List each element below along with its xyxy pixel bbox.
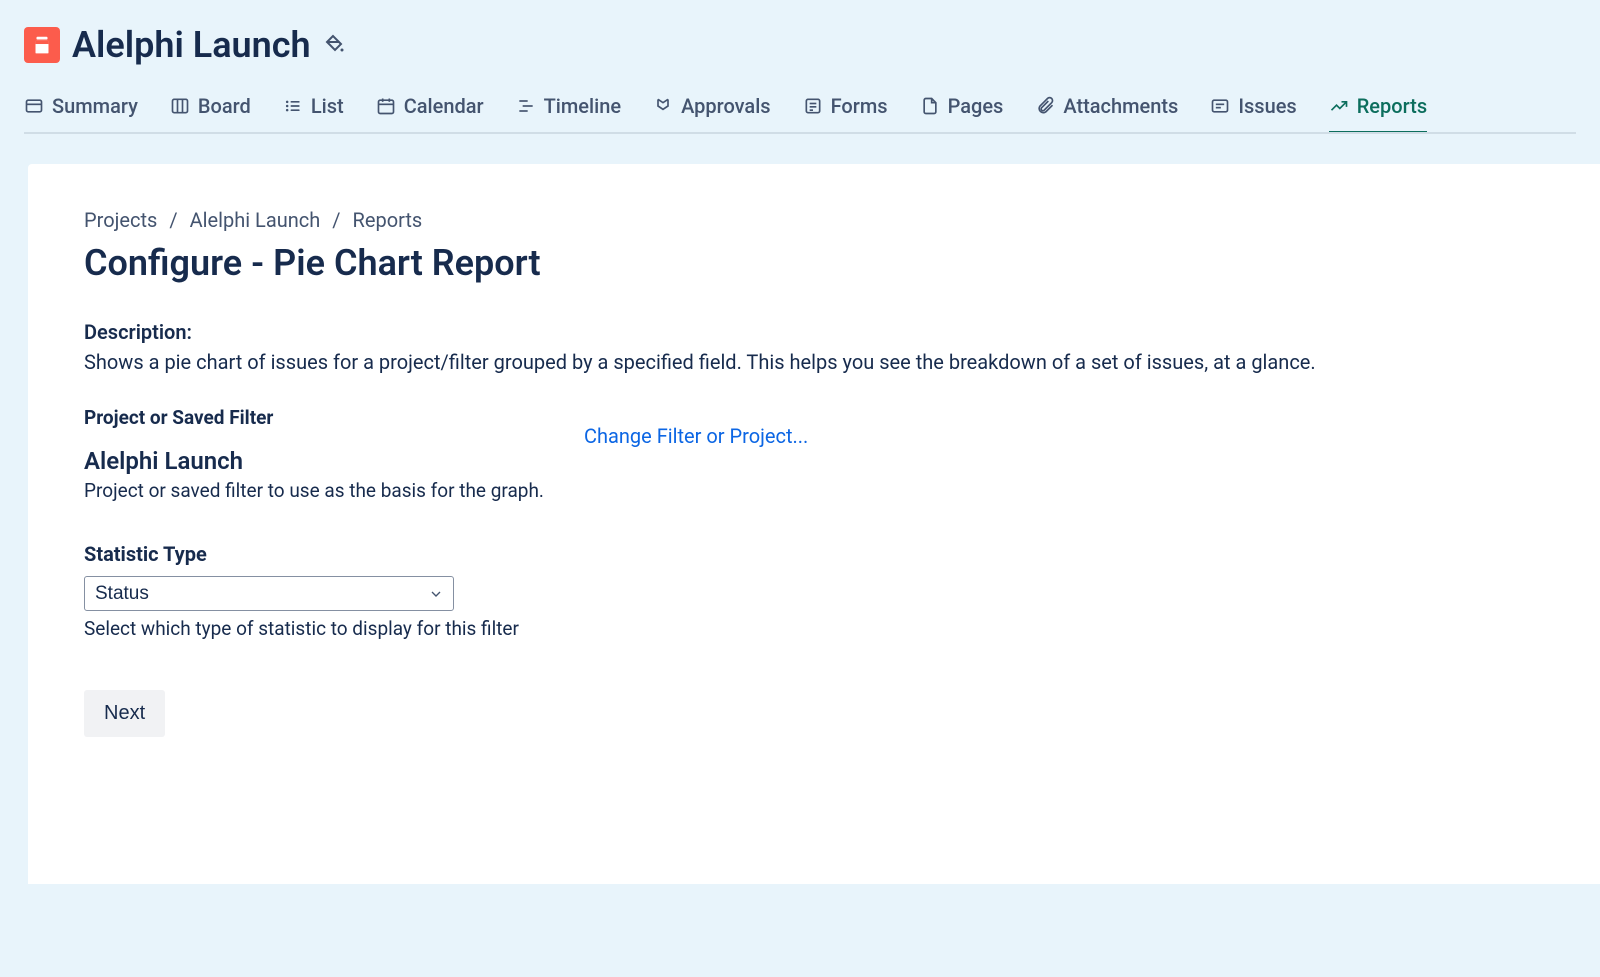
tabs-row: Summary Board List Calendar Timeline	[24, 86, 1576, 134]
tab-list[interactable]: List	[283, 86, 344, 132]
tab-label: Reports	[1357, 94, 1427, 118]
tab-label: Attachments	[1063, 94, 1178, 118]
tab-summary[interactable]: Summary	[24, 86, 138, 132]
header: Alelphi Launch Summary Board List	[0, 0, 1600, 134]
tab-attachments[interactable]: Attachments	[1035, 86, 1178, 132]
approvals-icon	[653, 96, 673, 116]
statistic-section: Statistic Type Status Select which type …	[84, 542, 1544, 640]
project-title-row: Alelphi Launch	[24, 24, 1576, 66]
page-title: Configure - Pie Chart Report	[84, 242, 1544, 284]
project-title: Alelphi Launch	[72, 24, 311, 66]
breadcrumb-separator: /	[169, 208, 177, 232]
filter-help-text: Project or saved filter to use as the ba…	[84, 479, 544, 502]
summary-icon	[24, 96, 44, 116]
tab-calendar[interactable]: Calendar	[376, 86, 484, 132]
reports-icon	[1329, 96, 1349, 116]
breadcrumb-projects[interactable]: Projects	[84, 208, 157, 232]
tab-label: Approvals	[681, 94, 771, 118]
tab-label: Forms	[831, 94, 888, 118]
list-icon	[283, 96, 303, 116]
tab-forms[interactable]: Forms	[803, 86, 888, 132]
content-wrapper: Projects / Alelphi Launch / Reports Conf…	[0, 134, 1600, 884]
breadcrumb-reports[interactable]: Reports	[353, 208, 423, 232]
statistic-select[interactable]: Status	[84, 576, 454, 611]
tab-label: Issues	[1238, 94, 1296, 118]
tab-label: Calendar	[404, 94, 484, 118]
content: Projects / Alelphi Launch / Reports Conf…	[28, 164, 1600, 884]
tab-pages[interactable]: Pages	[920, 86, 1004, 132]
description-text: Shows a pie chart of issues for a projec…	[84, 350, 1544, 374]
tab-approvals[interactable]: Approvals	[653, 86, 771, 132]
tab-label: Board	[198, 94, 251, 118]
statistic-help-text: Select which type of statistic to displa…	[84, 617, 1544, 640]
attachments-icon	[1035, 96, 1055, 116]
paint-bucket-icon[interactable]	[323, 33, 347, 57]
tab-board[interactable]: Board	[170, 86, 251, 132]
tab-label: List	[311, 94, 344, 118]
tab-label: Summary	[52, 94, 138, 118]
board-icon	[170, 96, 190, 116]
tab-label: Pages	[948, 94, 1004, 118]
breadcrumb-separator: /	[332, 208, 340, 232]
forms-icon	[803, 96, 823, 116]
filter-section: Project or Saved Filter Alelphi Launch P…	[84, 406, 1544, 502]
next-button[interactable]: Next	[84, 690, 165, 737]
tab-timeline[interactable]: Timeline	[516, 86, 621, 132]
statistic-label: Statistic Type	[84, 542, 1544, 566]
description-label: Description:	[84, 320, 1544, 344]
calendar-icon	[376, 96, 396, 116]
issues-icon	[1210, 96, 1230, 116]
statistic-select-wrapper: Status	[84, 576, 454, 611]
selected-project: Alelphi Launch	[84, 447, 544, 475]
tab-label: Timeline	[544, 94, 621, 118]
pages-icon	[920, 96, 940, 116]
project-icon	[24, 27, 60, 63]
tab-issues[interactable]: Issues	[1210, 86, 1296, 132]
timeline-icon	[516, 96, 536, 116]
filter-label: Project or Saved Filter	[84, 406, 544, 429]
change-filter-link[interactable]: Change Filter or Project...	[584, 424, 808, 448]
tab-reports[interactable]: Reports	[1329, 86, 1427, 132]
breadcrumbs: Projects / Alelphi Launch / Reports	[84, 208, 1544, 232]
breadcrumb-project[interactable]: Alelphi Launch	[190, 208, 321, 232]
